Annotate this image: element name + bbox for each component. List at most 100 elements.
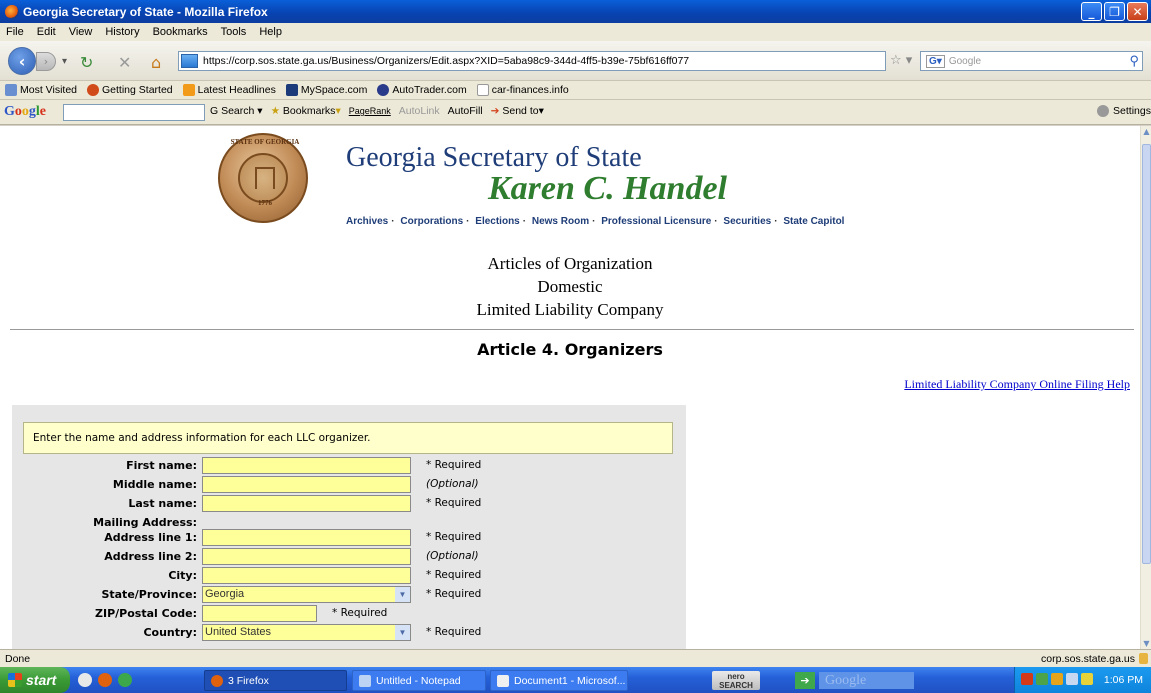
nav-link-news-room[interactable]: News Room bbox=[532, 216, 589, 227]
volume-icon[interactable] bbox=[1081, 673, 1093, 685]
home-icon[interactable]: ⌂ bbox=[151, 53, 161, 72]
minimize-button[interactable]: _ bbox=[1081, 2, 1102, 21]
state-province-select[interactable]: Georgia ▼ bbox=[202, 586, 411, 603]
nav-link-archives[interactable]: Archives bbox=[346, 216, 388, 227]
country-row: Country: United States ▼ * Required bbox=[143, 624, 482, 641]
bookmark-autotrader[interactable]: AutoTrader.com bbox=[377, 84, 467, 96]
country-select[interactable]: United States ▼ bbox=[202, 624, 411, 641]
history-dropdown-icon[interactable]: ▾ bbox=[62, 56, 67, 67]
reload-icon[interactable]: ↻ bbox=[80, 53, 93, 72]
forward-button[interactable]: › bbox=[36, 52, 56, 71]
nav-link-professional-licensure[interactable]: Professional Licensure bbox=[601, 216, 711, 227]
chevron-down-icon[interactable]: ▼ bbox=[395, 587, 410, 602]
search-box[interactable]: G▾ Google ⚲ bbox=[920, 51, 1143, 71]
zip-row: ZIP/Postal Code: * Required bbox=[95, 605, 388, 622]
menu-history[interactable]: History bbox=[105, 26, 139, 38]
maximize-button[interactable]: ❐ bbox=[1104, 2, 1125, 21]
windows-taskbar: start 3 Firefox Untitled - Notepad Docum… bbox=[0, 667, 1151, 693]
first-name-field[interactable] bbox=[202, 457, 411, 474]
bookmark-myspace[interactable]: MySpace.com bbox=[285, 84, 367, 96]
myspace-icon bbox=[285, 84, 298, 96]
bookmark-most-visited[interactable]: Most Visited bbox=[5, 84, 77, 96]
nero-search-button[interactable]: nero SEARCH bbox=[712, 671, 760, 690]
middle-name-row: Middle name: (Optional) bbox=[112, 476, 479, 493]
google-logo: Google bbox=[4, 104, 46, 119]
close-button[interactable]: ✕ bbox=[1127, 2, 1148, 21]
taskbar-notepad[interactable]: Untitled - Notepad bbox=[352, 670, 486, 691]
menu-view[interactable]: View bbox=[69, 26, 93, 38]
site-identity-icon[interactable] bbox=[181, 54, 198, 68]
title-bar: Georgia Secretary of State - Mozilla Fir… bbox=[0, 0, 1151, 23]
pagerank-indicator: PageRank bbox=[348, 106, 391, 116]
notepad-icon bbox=[359, 674, 371, 687]
send-to-button[interactable]: ➔ Send to▾ bbox=[491, 105, 544, 117]
google-bookmarks-button[interactable]: ★ Bookmarks▾ bbox=[271, 105, 341, 117]
scroll-up-arrow-icon[interactable]: ▲ bbox=[1141, 126, 1151, 137]
menu-tools[interactable]: Tools bbox=[221, 26, 247, 38]
network-icon[interactable] bbox=[1066, 673, 1078, 685]
city-row: City: * Required bbox=[168, 567, 482, 584]
address-line-1-row: Address line 1: * Required bbox=[104, 529, 482, 546]
address-line-2-field[interactable] bbox=[202, 548, 411, 565]
menu-help[interactable]: Help bbox=[259, 26, 282, 38]
google-settings-button[interactable]: Settings bbox=[1097, 105, 1151, 117]
taskbar-word[interactable]: Document1 - Microsof... bbox=[490, 670, 628, 691]
bookmark-star-icon[interactable]: ☆ ▾ bbox=[890, 53, 912, 68]
rss-icon bbox=[182, 84, 195, 96]
autofill-button[interactable]: AutoFill bbox=[448, 105, 483, 117]
google-desktop-bar: ➔ Google bbox=[795, 671, 1010, 690]
menu-bar: File Edit View History Bookmarks Tools H… bbox=[0, 23, 1151, 41]
google-toolbar-search-input[interactable] bbox=[63, 104, 205, 121]
articles-heading: Articles of Organization Domestic Limite… bbox=[476, 254, 664, 319]
last-name-field[interactable] bbox=[202, 495, 411, 512]
help-link[interactable]: Limited Liability Company Online Filing … bbox=[904, 377, 1130, 392]
google-toolbar: Google G Search ▾ ★ Bookmarks▾ PageRank … bbox=[0, 100, 1151, 125]
taskbar-firefox[interactable]: 3 Firefox bbox=[204, 670, 347, 691]
url-bar[interactable]: https://corp.sos.state.ga.us/Business/Or… bbox=[178, 51, 886, 71]
nav-link-corporations[interactable]: Corporations bbox=[400, 216, 463, 227]
google-search-button[interactable]: G Search ▾ bbox=[210, 105, 263, 117]
lock-icon[interactable] bbox=[1139, 653, 1148, 664]
tray-icon-2[interactable] bbox=[1036, 673, 1048, 685]
scroll-down-arrow-icon[interactable]: ▼ bbox=[1141, 638, 1151, 649]
chevron-down-icon[interactable]: ▼ bbox=[395, 625, 410, 640]
address-line-2-row: Address line 2: (Optional) bbox=[104, 548, 479, 565]
nav-link-elections[interactable]: Elections bbox=[475, 216, 519, 227]
scrollbar-thumb[interactable] bbox=[1142, 144, 1151, 564]
stop-icon[interactable]: ✕ bbox=[118, 53, 131, 72]
quick-launch bbox=[78, 673, 132, 687]
autolink-button[interactable]: AutoLink bbox=[399, 105, 440, 117]
secretary-name: Karen C. Handel bbox=[488, 170, 727, 207]
settings-icon bbox=[1097, 105, 1110, 117]
arrow-icon[interactable]: ➔ bbox=[795, 672, 815, 689]
menu-file[interactable]: File bbox=[6, 26, 24, 38]
bookmark-getting-started[interactable]: Getting Started bbox=[87, 84, 173, 96]
bookmark-latest-headlines[interactable]: Latest Headlines bbox=[182, 84, 276, 96]
tray-icon-3[interactable] bbox=[1051, 673, 1063, 685]
desktop-icon[interactable] bbox=[78, 673, 92, 687]
window-title: Georgia Secretary of State - Mozilla Fir… bbox=[23, 4, 268, 19]
app-quicklaunch-icon[interactable] bbox=[118, 673, 132, 687]
divider bbox=[10, 329, 1134, 330]
zip-postal-code-field[interactable] bbox=[202, 605, 317, 622]
menu-edit[interactable]: Edit bbox=[37, 26, 56, 38]
google-desktop-search[interactable]: Google bbox=[819, 672, 914, 689]
word-icon bbox=[497, 674, 509, 687]
nav-link-securities[interactable]: Securities bbox=[723, 216, 771, 227]
google-engine-icon[interactable]: G▾ bbox=[926, 54, 945, 68]
address-line-1-field[interactable] bbox=[202, 529, 411, 546]
vertical-scrollbar[interactable]: ▲ ▼ bbox=[1140, 126, 1151, 649]
firefox-quicklaunch-icon[interactable] bbox=[98, 673, 112, 687]
most-visited-icon bbox=[5, 84, 17, 96]
bookmark-car-finances[interactable]: car-finances.info bbox=[476, 84, 569, 96]
nav-link-state-capitol[interactable]: State Capitol bbox=[783, 216, 844, 227]
back-button[interactable]: ‹ bbox=[8, 47, 36, 75]
menu-bookmarks[interactable]: Bookmarks bbox=[153, 26, 208, 38]
search-icon[interactable]: ⚲ bbox=[1129, 53, 1139, 69]
middle-name-field[interactable] bbox=[202, 476, 411, 493]
start-button[interactable]: start bbox=[0, 667, 70, 693]
tray-icon-1[interactable] bbox=[1021, 673, 1033, 685]
city-field[interactable] bbox=[202, 567, 411, 584]
navigation-toolbar: ‹ › ▾ ↻ ✕ ⌂ https://corp.sos.state.ga.us… bbox=[0, 41, 1151, 81]
firefox-window: Georgia Secretary of State - Mozilla Fir… bbox=[0, 0, 1151, 693]
